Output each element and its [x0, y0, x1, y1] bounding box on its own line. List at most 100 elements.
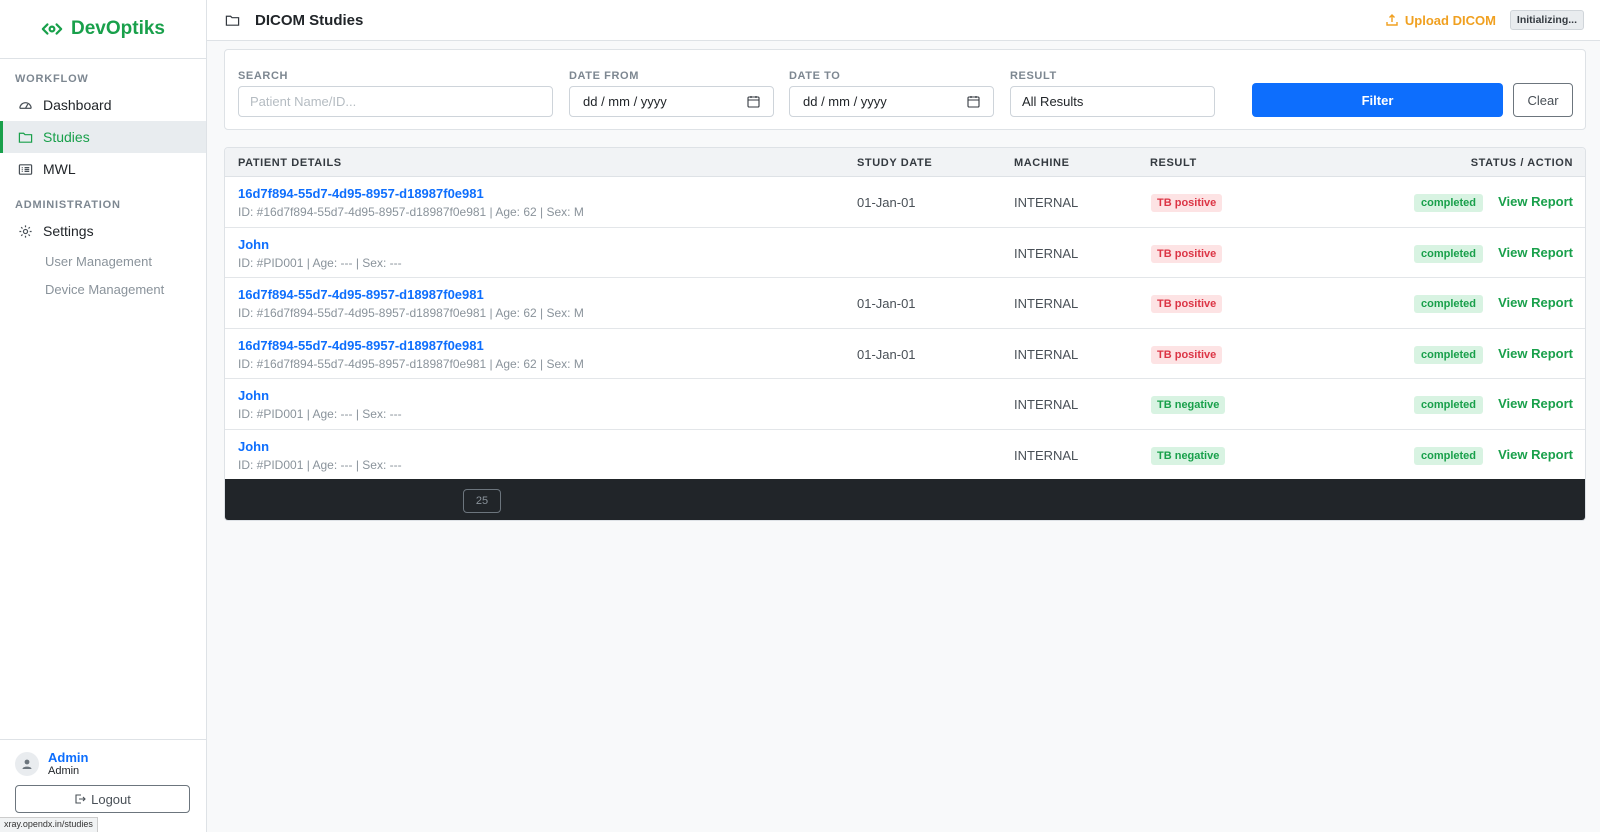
- patient-name-link[interactable]: John: [238, 439, 269, 454]
- date-to-label: DATE TO: [789, 70, 841, 82]
- nav-section-workflow: WORKFLOW: [15, 73, 89, 85]
- calendar-icon[interactable]: [967, 95, 980, 108]
- list-card-icon: [18, 163, 33, 175]
- machine-name: INTERNAL: [1014, 447, 1079, 463]
- sidebar-item-dashboard[interactable]: Dashboard: [0, 89, 206, 121]
- result-badge: TB positive: [1151, 244, 1223, 263]
- filter-button[interactable]: Filter: [1252, 83, 1503, 117]
- logout-icon: [75, 794, 86, 804]
- machine-name: INTERNAL: [1014, 245, 1079, 261]
- top-bar: DICOM Studies Upload DICOM Initializing.…: [207, 0, 1600, 41]
- eye-code-icon: [41, 23, 63, 35]
- sidebar-item-label: Dashboard: [43, 97, 112, 113]
- view-report-link[interactable]: View Report: [1498, 245, 1573, 260]
- table-footer: 25: [225, 479, 1585, 520]
- date-from-label: DATE FROM: [569, 70, 639, 82]
- result-badge: TB negative: [1151, 396, 1226, 414]
- gauge-icon: [19, 101, 32, 109]
- machine-name: INTERNAL: [1014, 346, 1079, 362]
- view-report-link[interactable]: View Report: [1498, 295, 1573, 310]
- patient-meta: ID: #16d7f894-55d7-4d95-8957-d18987f0e98…: [238, 205, 584, 219]
- sidebar-subitem-user-management[interactable]: User Management: [0, 247, 206, 275]
- study-date: 01-Jan-01: [857, 195, 916, 210]
- calendar-icon[interactable]: [747, 95, 760, 108]
- date-from-value: dd / mm / yyyy: [583, 94, 667, 109]
- table-header: PATIENT DETAILS STUDY DATE MACHINE RESUL…: [225, 148, 1585, 177]
- table-body: 16d7f894-55d7-4d95-8957-d18987f0e981 ID: …: [225, 177, 1585, 480]
- brand-logo[interactable]: DevOptiks: [0, 0, 206, 59]
- logout-label: Logout: [91, 791, 131, 807]
- view-report-link[interactable]: View Report: [1498, 396, 1573, 411]
- patient-meta: ID: #16d7f894-55d7-4d95-8957-d18987f0e98…: [238, 306, 584, 320]
- table-row[interactable]: 16d7f894-55d7-4d95-8957-d18987f0e981 ID: …: [225, 329, 1585, 379]
- status-badge: completed: [1413, 295, 1483, 313]
- patient-name-link[interactable]: 16d7f894-55d7-4d95-8957-d18987f0e981: [238, 287, 484, 302]
- view-report-link[interactable]: View Report: [1498, 447, 1573, 462]
- machine-name: INTERNAL: [1014, 195, 1079, 210]
- status-badge: completed: [1413, 396, 1483, 414]
- filter-panel: SEARCH Patient Name/ID... DATE FROM dd /…: [224, 49, 1586, 130]
- avatar: [15, 751, 39, 776]
- patient-name-link[interactable]: John: [238, 237, 269, 252]
- sidebar-subitem-device-management[interactable]: Device Management: [0, 275, 206, 303]
- nav-section-administration: ADMINISTRATION: [15, 199, 121, 211]
- search-input[interactable]: Patient Name/ID...: [238, 86, 553, 117]
- upload-dicom-button[interactable]: Upload DICOM: [1385, 13, 1496, 28]
- table-row[interactable]: 16d7f894-55d7-4d95-8957-d18987f0e981 ID: …: [225, 177, 1585, 228]
- gear-icon: [19, 224, 32, 238]
- result-badge: TB positive: [1151, 295, 1223, 313]
- sidebar-item-label: Studies: [43, 129, 90, 145]
- column-header-patient-details[interactable]: PATIENT DETAILS: [238, 157, 342, 169]
- sidebar-item-studies[interactable]: Studies: [0, 121, 206, 153]
- column-header-result[interactable]: RESULT: [1150, 157, 1197, 169]
- view-report-link[interactable]: View Report: [1498, 346, 1573, 361]
- upload-icon: [1386, 14, 1398, 26]
- patient-name-link[interactable]: John: [238, 388, 269, 403]
- table-row[interactable]: John ID: #PID001 | Age: --- | Sex: --- INT…: [225, 430, 1585, 480]
- studies-table: PATIENT DETAILS STUDY DATE MACHINE RESUL…: [224, 147, 1586, 521]
- patient-name-link[interactable]: 16d7f894-55d7-4d95-8957-d18987f0e981: [238, 186, 484, 201]
- study-date: 01-Jan-01: [857, 346, 916, 362]
- patient-meta: ID: #PID001 | Age: --- | Sex: ---: [238, 255, 402, 270]
- machine-name: INTERNAL: [1014, 296, 1079, 311]
- user-icon: [22, 759, 32, 769]
- status-badge: completed: [1413, 446, 1483, 465]
- status-badge: completed: [1413, 244, 1483, 263]
- brand-name: DevOptiks: [71, 18, 165, 39]
- patient-meta: ID: #16d7f894-55d7-4d95-8957-d18987f0e98…: [238, 356, 584, 371]
- date-from-input[interactable]: dd / mm / yyyy: [569, 86, 774, 117]
- table-row[interactable]: John ID: #PID001 | Age: --- | Sex: --- INT…: [225, 379, 1585, 430]
- sidebar-item-mwl[interactable]: MWL: [0, 153, 206, 185]
- page-title: DICOM Studies: [255, 11, 364, 29]
- table-row[interactable]: 16d7f894-55d7-4d95-8957-d18987f0e981 ID: …: [225, 278, 1585, 329]
- column-header-machine[interactable]: MACHINE: [1014, 157, 1070, 169]
- user-role: Admin: [48, 765, 80, 777]
- clear-button[interactable]: Clear: [1513, 83, 1573, 117]
- table-row[interactable]: John ID: #PID001 | Age: --- | Sex: --- INT…: [225, 228, 1585, 278]
- user-name[interactable]: Admin: [48, 750, 88, 765]
- view-report-link[interactable]: View Report: [1498, 194, 1573, 209]
- logout-button[interactable]: Logout: [15, 785, 190, 813]
- study-date: 01-Jan-01: [857, 296, 916, 311]
- sidebar-item-label: MWL: [43, 161, 76, 177]
- status-badge: completed: [1413, 194, 1483, 212]
- page-size-select[interactable]: 25: [463, 489, 501, 513]
- search-label: SEARCH: [238, 70, 289, 82]
- result-label: RESULT: [1010, 70, 1057, 82]
- upload-dicom-label: Upload DICOM: [1404, 12, 1496, 28]
- column-header-study-date[interactable]: STUDY DATE: [857, 157, 932, 169]
- sidebar-item-settings[interactable]: Settings: [0, 215, 206, 247]
- machine-name: INTERNAL: [1014, 397, 1079, 412]
- result-badge: TB negative: [1151, 446, 1226, 465]
- status-badge: Initializing...: [1509, 10, 1584, 30]
- patient-name-link[interactable]: 16d7f894-55d7-4d95-8957-d18987f0e981: [238, 338, 484, 353]
- status-badge: completed: [1413, 345, 1483, 364]
- sidebar-item-label: Settings: [43, 223, 94, 239]
- sidebar: DevOptiks WORKFLOW Dashboard Studies MWL…: [0, 0, 207, 832]
- result-badge: TB positive: [1151, 194, 1223, 212]
- status-url: xray.opendx.in/studies: [0, 817, 98, 832]
- date-to-input[interactable]: dd / mm / yyyy: [789, 86, 994, 117]
- date-to-value: dd / mm / yyyy: [803, 94, 887, 109]
- patient-meta: ID: #PID001 | Age: --- | Sex: ---: [238, 457, 402, 472]
- result-select[interactable]: All Results: [1010, 86, 1215, 117]
